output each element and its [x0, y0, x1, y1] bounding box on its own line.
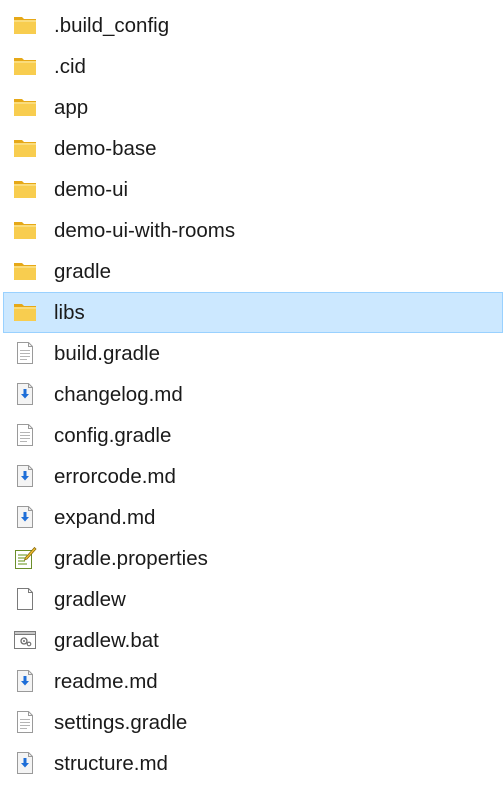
file-row[interactable]: build.gradle — [0, 333, 503, 374]
properties-file-icon — [13, 546, 37, 570]
folder-icon — [13, 218, 37, 242]
folder-row[interactable]: .build_config — [0, 5, 503, 46]
file-row[interactable]: errorcode.md — [0, 456, 503, 497]
folder-icon — [13, 95, 37, 119]
file-row[interactable]: gradle.properties — [0, 538, 503, 579]
item-name: readme.md — [54, 670, 158, 693]
item-name: gradle — [54, 260, 111, 283]
folder-icon — [13, 177, 37, 201]
folder-icon — [13, 13, 37, 37]
item-name: gradle.properties — [54, 547, 208, 570]
file-row[interactable]: config.gradle — [0, 415, 503, 456]
file-row[interactable]: gradlew — [0, 579, 503, 620]
folder-row[interactable]: demo-base — [0, 128, 503, 169]
folder-row[interactable]: gradle — [0, 251, 503, 292]
file-row[interactable]: expand.md — [0, 497, 503, 538]
folder-row[interactable]: .cid — [0, 46, 503, 87]
item-name: libs — [54, 301, 85, 324]
markdown-file-icon — [13, 382, 37, 406]
folder-icon — [13, 136, 37, 160]
item-name: demo-ui — [54, 178, 129, 201]
file-list: .build_config .cid app demo-base demo-ui demo… — [0, 5, 503, 784]
item-name: changelog.md — [54, 383, 183, 406]
folder-row[interactable]: libs — [3, 292, 503, 333]
file-row[interactable]: gradlew.bat — [0, 620, 503, 661]
item-name: gradlew — [54, 588, 126, 611]
file-row[interactable]: structure.md — [0, 743, 503, 784]
item-name: config.gradle — [54, 424, 172, 447]
item-name: .cid — [54, 55, 86, 78]
item-name: structure.md — [54, 752, 168, 775]
item-name: demo-base — [54, 137, 157, 160]
file-row[interactable]: changelog.md — [0, 374, 503, 415]
item-name: errorcode.md — [54, 465, 176, 488]
folder-icon — [13, 300, 37, 324]
file-row[interactable]: settings.gradle — [0, 702, 503, 743]
markdown-file-icon — [13, 505, 37, 529]
folder-icon — [13, 54, 37, 78]
folder-row[interactable]: demo-ui — [0, 169, 503, 210]
item-name: .build_config — [54, 14, 170, 37]
markdown-file-icon — [13, 669, 37, 693]
folder-row[interactable]: demo-ui-with-rooms — [0, 210, 503, 251]
item-name: gradlew.bat — [54, 629, 159, 652]
batch-file-icon — [13, 628, 37, 652]
item-name: app — [54, 96, 89, 119]
text-file-icon — [13, 341, 37, 365]
item-name: expand.md — [54, 506, 156, 529]
item-name: demo-ui-with-rooms — [54, 219, 236, 242]
markdown-file-icon — [13, 751, 37, 775]
file-row[interactable]: readme.md — [0, 661, 503, 702]
text-file-icon — [13, 423, 37, 447]
item-name: settings.gradle — [54, 711, 188, 734]
item-name: build.gradle — [54, 342, 160, 365]
blank-file-icon — [13, 587, 37, 611]
markdown-file-icon — [13, 464, 37, 488]
folder-icon — [13, 259, 37, 283]
text-file-icon — [13, 710, 37, 734]
folder-row[interactable]: app — [0, 87, 503, 128]
